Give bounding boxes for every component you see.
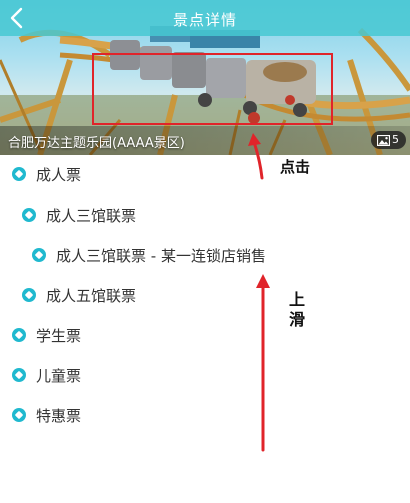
attraction-name: 合肥万达主题乐园(AAAA景区): [8, 136, 185, 151]
ticket-item-adult-three-venue-chain[interactable]: 成人三馆联票 - 某一连锁店销售: [32, 243, 266, 267]
ticket-item-adult-three-venue[interactable]: 成人三馆联票: [22, 203, 136, 227]
ticket-item-adult-five-venue[interactable]: 成人五馆联票: [22, 283, 136, 307]
ticket-item-label: 学生票: [36, 326, 82, 345]
ticket-item-student[interactable]: 学生票: [12, 323, 81, 347]
image-icon: [377, 134, 390, 146]
ticket-dot-icon: [22, 208, 36, 222]
ticket-item-label: 特惠票: [36, 406, 82, 425]
photo-count-value: 5: [392, 133, 399, 146]
ticket-dot-icon: [12, 328, 26, 342]
swipe-arrowhead: [256, 274, 270, 288]
ticket-item-label: 成人三馆联票 - 某一连锁店销售: [56, 246, 266, 265]
ticket-dot-icon: [22, 288, 36, 302]
page-title: 景点详情: [172, 11, 237, 29]
ticket-dot-icon: [12, 368, 26, 382]
ticket-item-label: 儿童票: [36, 366, 82, 385]
ticket-item-label: 成人五馆联票: [46, 286, 137, 305]
annotation-highlight-box: [92, 53, 333, 125]
ticket-item-label: 成人票: [36, 165, 82, 184]
annotation-swipe-label: 上滑: [289, 290, 306, 329]
ticket-dot-icon: [12, 408, 26, 422]
hero-banner[interactable]: 景点详情 合肥万达主题乐园(AAAA景区) 5: [0, 0, 410, 155]
ticket-dot-icon: [12, 167, 26, 181]
ticket-item-special[interactable]: 特惠票: [12, 403, 81, 427]
ticket-item-label: 成人三馆联票: [46, 206, 137, 225]
ticket-dot-icon: [32, 248, 46, 262]
nav-bar: 景点详情: [0, 0, 410, 36]
ticket-item-child[interactable]: 儿童票: [12, 363, 81, 387]
ticket-item-adult[interactable]: 成人票: [12, 162, 81, 186]
annotation-click-label: 点击: [280, 158, 311, 176]
photo-count-badge[interactable]: 5: [371, 131, 406, 149]
